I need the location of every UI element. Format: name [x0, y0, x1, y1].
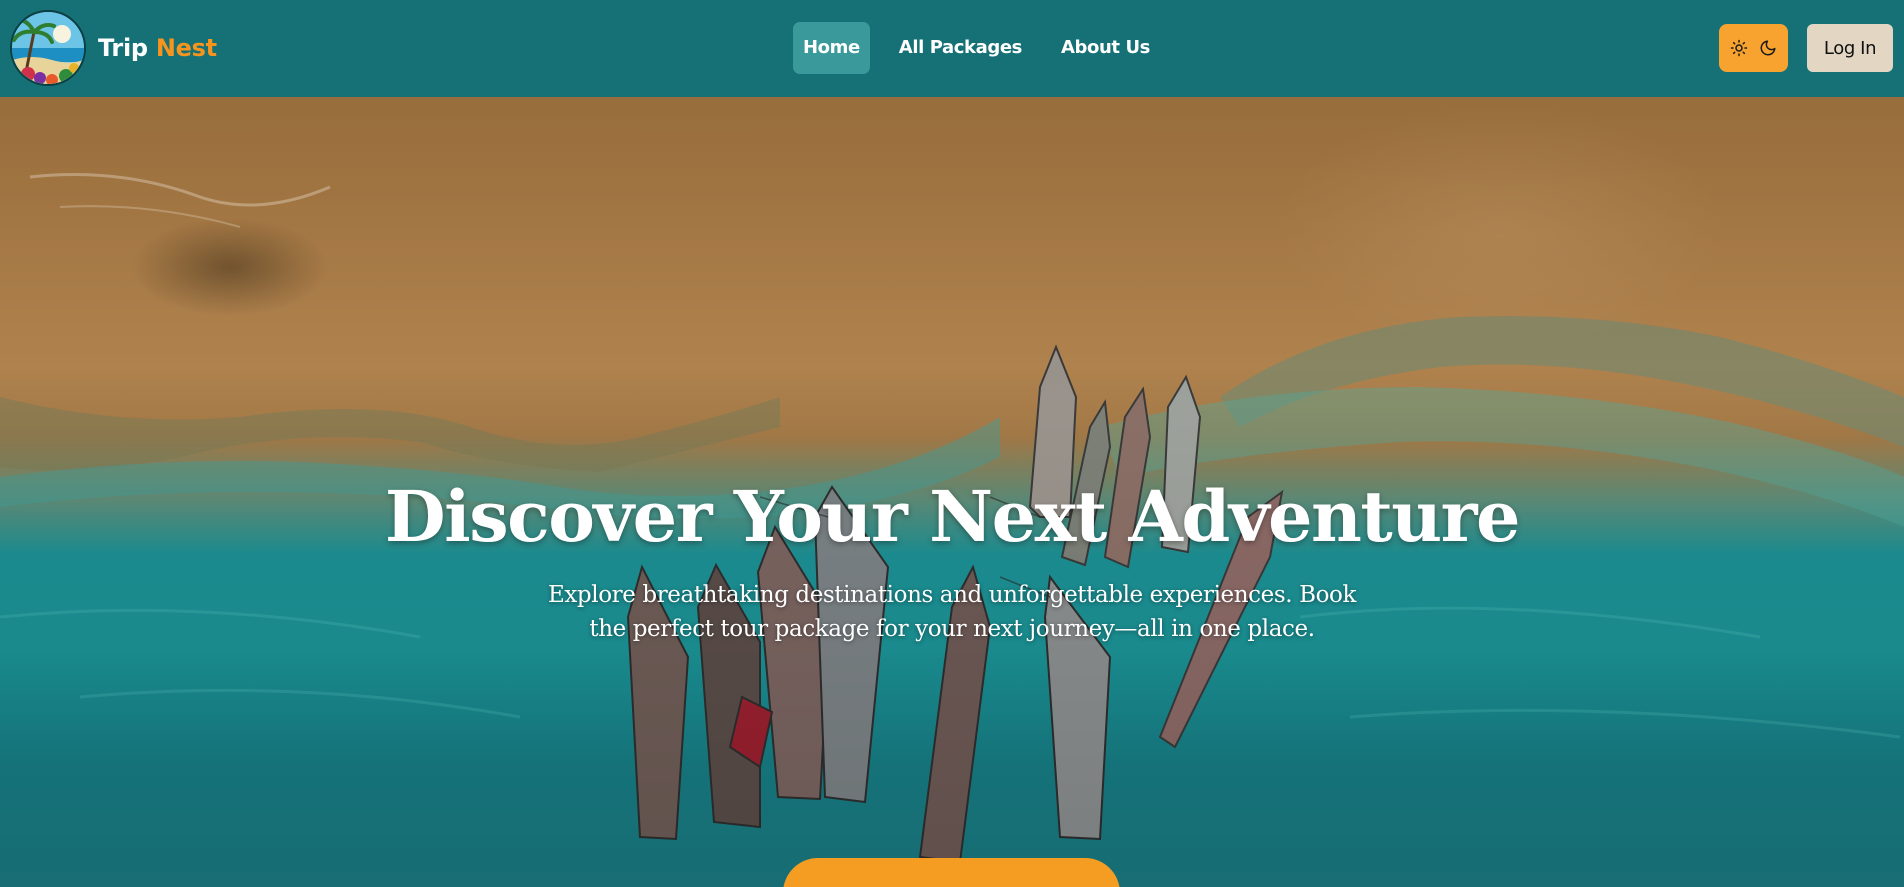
- login-button[interactable]: Log In: [1807, 24, 1893, 72]
- hero-subtitle-line-2: the perfect tour package for your next j…: [589, 616, 1315, 642]
- main-nav: Home All Packages About Us: [793, 22, 1160, 74]
- brand-name[interactable]: Trip Nest: [98, 34, 217, 62]
- hero-subtitle: Explore breathtaking destinations and un…: [532, 578, 1372, 646]
- moon-icon[interactable]: [1759, 39, 1777, 57]
- nav-link-all-packages[interactable]: All Packages: [889, 22, 1032, 74]
- tropical-island-logo-icon[interactable]: [10, 10, 86, 86]
- brand-name-nest: Nest: [155, 34, 217, 62]
- nav-link-home[interactable]: Home: [793, 22, 870, 74]
- hero-title: Discover Your Next Adventure: [384, 475, 1521, 558]
- brand[interactable]: Trip Nest: [10, 10, 217, 86]
- theme-toggle[interactable]: [1719, 24, 1788, 72]
- nav-link-about-us[interactable]: About Us: [1051, 22, 1160, 74]
- explore-all-packages-button[interactable]: Explore All Packages: [783, 858, 1120, 887]
- brand-name-trip: Trip: [98, 34, 148, 62]
- sun-icon[interactable]: [1730, 39, 1748, 57]
- page: Trip Nest Home All Packages About Us Log…: [0, 0, 1904, 887]
- navbar: Trip Nest Home All Packages About Us Log…: [0, 0, 1904, 97]
- hero-subtitle-line-1: Explore breathtaking destinations and un…: [547, 582, 1357, 608]
